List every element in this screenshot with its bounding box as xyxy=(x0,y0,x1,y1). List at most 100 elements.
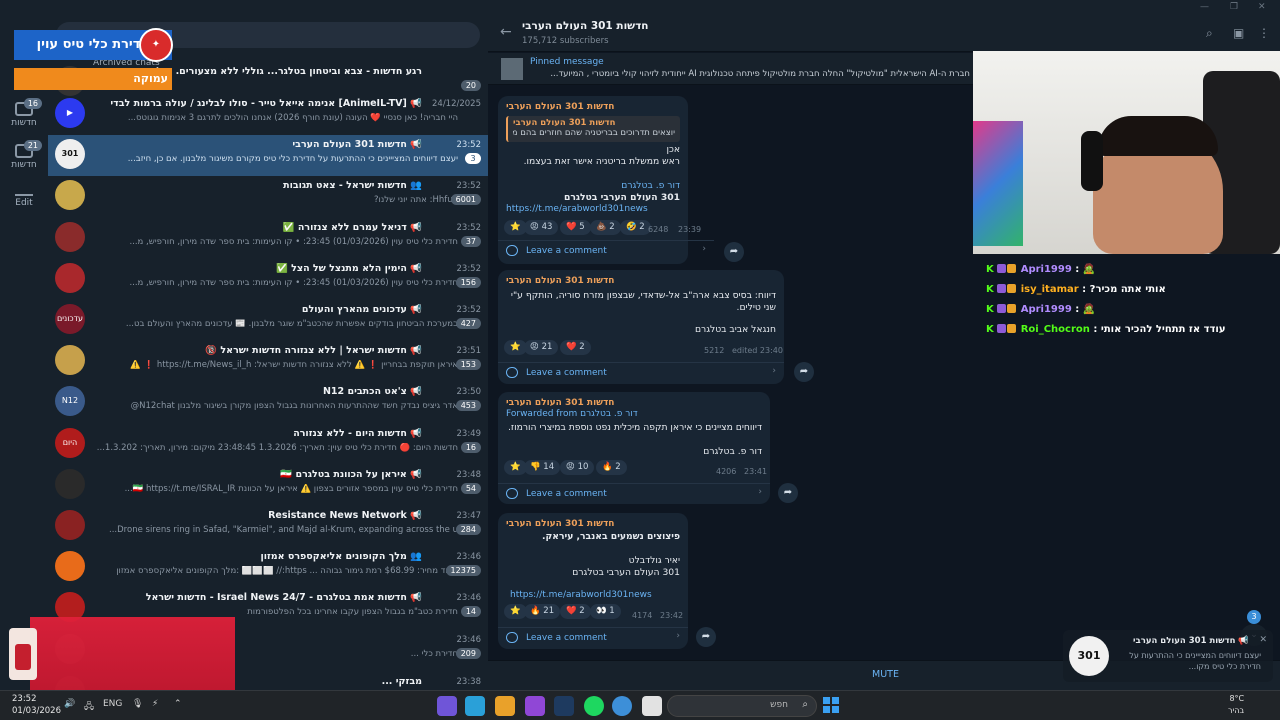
comment-icon xyxy=(506,245,518,256)
signature-link[interactable]: דור פ. בטלגרם xyxy=(564,180,680,192)
network-icon[interactable]: 🖧 xyxy=(84,699,94,715)
chat-row[interactable]: 👥 מלך הקופונים אליאקספרס אמזון 23:46 ביגוד… xyxy=(48,547,488,588)
signature-link[interactable]: דור פ. בטלגרם xyxy=(703,446,762,458)
language-indicator[interactable]: ENG xyxy=(103,699,122,709)
chat-avatar xyxy=(55,469,85,499)
reaction-chip[interactable]: ❤️ 5 xyxy=(560,220,591,235)
close-icon[interactable]: ✕ xyxy=(1259,635,1267,645)
reaction-chip[interactable]: ❤️ 2 xyxy=(560,604,591,619)
chat-avatar xyxy=(55,263,85,293)
forwarded-label[interactable]: Forwarded from דור פ. בטלגרם xyxy=(506,409,638,419)
steam-app-icon[interactable] xyxy=(554,696,574,716)
notification-popup[interactable]: 301 📢 חדשות 301 העולם הערבי יעצם דיווחים… xyxy=(1063,630,1273,682)
chat-username[interactable]: Roi_Chocron xyxy=(1021,324,1090,335)
chat-row[interactable]: 📢 דניאל עמרם ללא צנזורה ✅ 23:52 חדירת כלי … xyxy=(48,218,488,259)
telegram-app-icon[interactable] xyxy=(465,696,485,716)
message-link[interactable]: https://t.me/arabworld301news xyxy=(510,590,652,600)
spotify-app-icon[interactable] xyxy=(584,696,604,716)
mute-button[interactable]: MUTE xyxy=(872,669,899,680)
reaction-chip[interactable]: 👀 1 xyxy=(590,604,621,619)
chat-time: 23:52 xyxy=(456,181,482,191)
close-icon[interactable]: ✕ xyxy=(1258,2,1266,12)
message-line: אכן xyxy=(666,144,680,155)
more-icon[interactable]: ⋮ xyxy=(1258,26,1270,40)
reaction-chip[interactable]: 👎 14 xyxy=(524,460,561,475)
folder-edit[interactable]: Edit xyxy=(0,186,48,208)
message-link[interactable]: https://t.me/arabworld301news xyxy=(506,204,648,214)
reaction-chip[interactable]: 🔥 2 xyxy=(596,460,627,475)
chat-row[interactable]: 📢 Resistance News Network 23:47 Drone sire… xyxy=(48,506,488,547)
weather-widget[interactable]: 8°C בהיר xyxy=(1228,693,1244,717)
leave-comment-button[interactable]: Leave a comment › xyxy=(498,240,714,260)
stream-chat-line: K isy_itamar : ?אותי אתה מכיר xyxy=(986,284,1166,295)
chat-avatar: עדכונים xyxy=(55,304,85,334)
leave-comment-button[interactable]: Leave a comment › xyxy=(498,483,770,503)
message-text: אכן ראש ממשלת בריטניה אישר זאת בעצמו. xyxy=(524,144,680,168)
chevron-up-icon[interactable]: ⌃ xyxy=(174,699,182,709)
signature-link[interactable]: חנגאל אביב בטלגרם xyxy=(695,324,776,336)
reaction-chip[interactable]: ❤️ 2 xyxy=(560,340,591,355)
kick-badge-icon: K xyxy=(986,284,994,295)
comment-label: Leave a comment xyxy=(526,246,607,256)
chat-row[interactable]: 📢 הימין הלא מתנצל של הצל ✅ 23:52 חדירת כלי… xyxy=(48,259,488,300)
chat-row[interactable]: 📢 חדשות ישראל | ללא צנזורה חדשות ישראל 🔞… xyxy=(48,341,488,382)
reaction-chip[interactable]: 😡 10 xyxy=(560,460,595,475)
unread-badge: 3 xyxy=(1247,610,1261,624)
message-author[interactable]: חדשות 301 העולם הערבי xyxy=(506,102,614,112)
files-app-icon[interactable] xyxy=(642,696,662,716)
message-time: 23:41 xyxy=(744,467,768,476)
chat-row[interactable]: ▶ 📢 [AnimeIL-TV] אנימה אייאל טייר - סולו … xyxy=(48,94,488,135)
message-author[interactable]: חדשות 301 העולם הערבי xyxy=(506,519,614,529)
back-arrow-icon[interactable]: ← xyxy=(500,24,512,40)
message-author[interactable]: חדשות 301 העולם הערבי xyxy=(506,276,614,286)
discord-app-icon[interactable] xyxy=(437,696,457,716)
chat-row[interactable]: 📢 איראן על הכוונת בטלגרם 🇮🇷 23:48 חדירת כל… xyxy=(48,465,488,506)
reaction-chip[interactable]: 🤣 2 xyxy=(620,220,651,235)
leave-comment-button[interactable]: Leave a comment › xyxy=(498,627,688,647)
chrome-app-icon[interactable] xyxy=(612,696,632,716)
reply-quote[interactable]: חדשות 301 העולם הערבי יוצאים תדרוכים בבר… xyxy=(506,116,680,142)
share-icon[interactable]: ➦ xyxy=(724,242,744,262)
wifi-off-icon[interactable]: ⚡ xyxy=(152,699,158,709)
sidebar-toggle-icon[interactable]: ▣ xyxy=(1233,26,1244,40)
share-icon[interactable]: ➦ xyxy=(794,362,814,382)
message-author[interactable]: חדשות 301 העולם הערבי xyxy=(506,398,614,408)
chat-username[interactable]: isy_itamar xyxy=(1021,284,1079,295)
minimize-icon[interactable]: — xyxy=(1200,2,1209,12)
message-text: דיווחים מציינים כי איראן תקפה מיכלית נפט… xyxy=(508,422,762,434)
chat-row[interactable]: 301 📢 חדשות 301 העולם הערבי 23:52 יעצם דיוו… xyxy=(48,135,488,176)
chat-username[interactable]: Apri1999 xyxy=(1021,264,1072,275)
chat-username[interactable]: Apri1999 xyxy=(1021,304,1072,315)
volume-icon[interactable]: 🔊 xyxy=(64,699,75,709)
chat-row[interactable]: עדכונים 📢 עדכונים מהארץ והעולם 23:52 במערכת… xyxy=(48,300,488,341)
reaction-chip[interactable]: 💩 2 xyxy=(590,220,621,235)
taskbar-search[interactable]: חפש ⌕ xyxy=(667,695,817,717)
chat-row[interactable]: היום 📢 חדשות היום - ללא צנזורה 23:49 חדשות … xyxy=(48,424,488,465)
folder-news-2[interactable]: 21 חדשות xyxy=(0,140,48,170)
share-icon[interactable]: ➦ xyxy=(696,627,716,647)
reaction-chip[interactable]: 😡 43 xyxy=(524,220,559,235)
chat-time: 23:48 xyxy=(456,470,482,480)
folder-news-1[interactable]: 16 חדשות xyxy=(0,98,48,128)
clock[interactable]: 23:52 01/03/2026 xyxy=(12,693,61,717)
windows-start-icon[interactable] xyxy=(823,697,839,713)
search-icon[interactable]: ⌕ xyxy=(1206,26,1213,41)
comment-icon xyxy=(506,367,518,378)
microphone-icon[interactable]: 🎙 xyxy=(132,699,143,709)
chat-row[interactable]: N12 📢 צ'אט הכתבים N12 23:50 אדר גיציס נבדק … xyxy=(48,382,488,423)
reaction-chip[interactable]: 😡 21 xyxy=(524,340,559,355)
leave-comment-button[interactable]: Leave a comment › xyxy=(498,362,784,382)
message-bubble: חדשות 301 העולם הערבי חדשות 301 העולם הע… xyxy=(498,96,714,264)
channel-title[interactable]: חדשות 301 העולם הערבי xyxy=(522,20,649,32)
share-icon[interactable]: ➦ xyxy=(778,483,798,503)
app-icon[interactable] xyxy=(495,696,515,716)
chat-avatar xyxy=(55,222,85,252)
chat-title: 📢 צ'אט הכתבים N12 xyxy=(322,386,422,397)
maximize-icon[interactable]: ❐ xyxy=(1230,2,1238,12)
obs-app-icon[interactable] xyxy=(525,696,545,716)
reaction-chip[interactable]: 🔥 21 xyxy=(524,604,561,619)
unread-badge: 6001 xyxy=(450,194,481,205)
chat-title: 📢 חדשות אמת בטלגרם - Israel News 24/7 - … xyxy=(145,592,422,603)
chat-preview: במערכת הביטחון בודקים אפשרות שהכטב"מ שוג… xyxy=(125,319,458,329)
chat-row[interactable]: 👥 חדשות ישראל - צאט תגובות 23:52 Hhfug: את… xyxy=(48,176,488,217)
